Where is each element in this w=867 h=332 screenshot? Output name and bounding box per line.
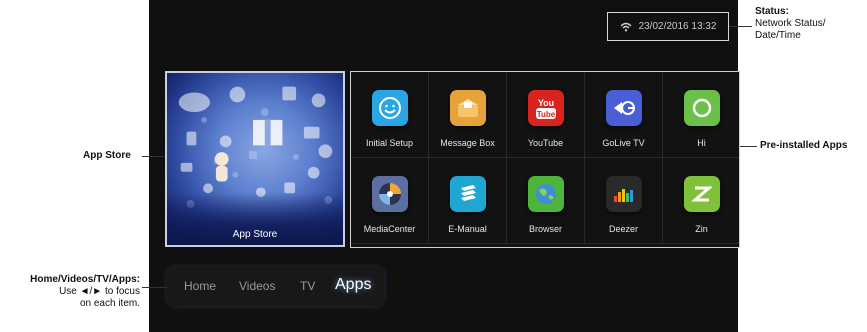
app-label: Browser: [528, 224, 562, 234]
app-tile-golive-tv[interactable]: GoLive TV: [585, 72, 663, 158]
app-label: E-Manual: [448, 224, 487, 234]
callout-preinstalled-line: [740, 146, 757, 147]
app-tile-hi[interactable]: Hi: [663, 72, 739, 158]
nav-item-home[interactable]: Home: [184, 279, 216, 293]
main-nav: Home Videos TV Apps: [167, 267, 384, 306]
callout-status-title: Status:: [755, 6, 789, 17]
app-store-tile[interactable]: App Store: [165, 71, 345, 247]
app-label: MediaCenter: [363, 224, 416, 234]
app-tile-youtube[interactable]: You Tube YouTube: [507, 72, 585, 158]
youtube-icon: You Tube: [527, 90, 564, 126]
book-icon: [449, 176, 486, 212]
app-label: Message Box: [440, 138, 495, 148]
mailbox-icon: [449, 90, 486, 126]
app-tile-e-manual[interactable]: E-Manual: [429, 158, 507, 244]
callout-status-line2: Date/Time: [755, 30, 801, 41]
callout-app-store: App Store: [83, 150, 131, 162]
app-tile-deezer[interactable]: Deezer: [585, 158, 663, 244]
status-datetime: 23/02/2016 13:32: [638, 21, 717, 32]
callout-status-line: [729, 26, 752, 27]
circle-icon: [683, 90, 720, 126]
app-store-label: App Store: [232, 229, 278, 240]
callout-status: Status: Network Status/ Date/Time: [755, 6, 826, 42]
status-bar: 23/02/2016 13:32: [607, 12, 729, 41]
equalizer-icon: [605, 176, 642, 212]
zinio-icon: [683, 176, 720, 212]
globe-icon: [527, 176, 564, 212]
smiley-icon: [371, 90, 408, 126]
media-center-icon: [371, 176, 408, 212]
app-tile-message-box[interactable]: Message Box: [429, 72, 507, 158]
callout-nav-title: Home/Videos/TV/Apps:: [30, 274, 140, 285]
nav-item-apps[interactable]: Apps: [335, 276, 371, 294]
callout-nav-line: [142, 287, 167, 288]
golive-icon: [605, 90, 642, 126]
app-label: YouTube: [527, 138, 564, 148]
wifi-icon: [620, 22, 632, 32]
callout-status-line1: Network Status/: [755, 18, 826, 29]
app-tile-browser[interactable]: Browser: [507, 158, 585, 244]
callout-preinstalled-label: Pre-installed Apps: [760, 140, 848, 151]
app-label: GoLive TV: [602, 138, 645, 148]
callout-app-store-line: [142, 156, 165, 157]
svg-text:Tube: Tube: [536, 110, 555, 119]
app-label: Deezer: [608, 224, 638, 234]
app-label: Zin: [695, 224, 708, 234]
app-label: Hi: [697, 138, 706, 148]
callout-nav-line1: Use ◄/► to focus: [59, 286, 140, 297]
app-tile-initial-setup[interactable]: Initial Setup: [351, 72, 429, 158]
callout-nav-line2: on each item.: [79, 298, 140, 309]
callout-preinstalled: Pre-installed Apps: [760, 140, 847, 152]
svg-text:You: You: [537, 98, 553, 108]
nav-item-tv[interactable]: TV: [300, 279, 315, 293]
app-tile-zin[interactable]: Zin: [663, 158, 739, 244]
app-tile-mediacenter[interactable]: MediaCenter: [351, 158, 429, 244]
callout-nav: Home/Videos/TV/Apps: Use ◄/► to focus on…: [0, 274, 140, 310]
nav-item-videos[interactable]: Videos: [239, 279, 275, 293]
app-label: Initial Setup: [365, 138, 414, 148]
callout-app-store-label: App Store: [83, 150, 131, 161]
preinstalled-apps-panel: Initial Setup Message Box You Tube YouTub…: [350, 71, 740, 248]
